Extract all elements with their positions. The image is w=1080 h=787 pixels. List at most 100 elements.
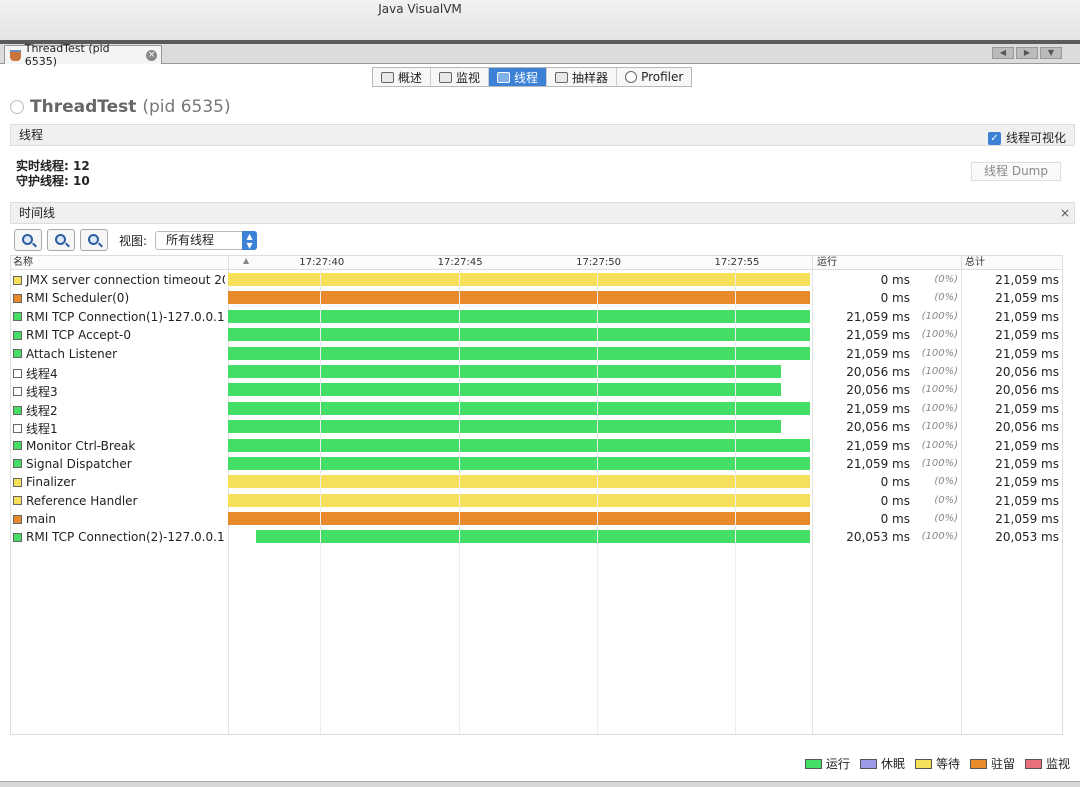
table-row[interactable]: RMI TCP Accept-0 21,059 ms (100%) 21,059 ms [11, 326, 1062, 344]
running-time: 21,059 ms [846, 328, 910, 343]
tab-4[interactable]: Profiler [617, 68, 691, 86]
tab-label: 抽样器 [572, 70, 609, 85]
running-time: 21,059 ms [846, 401, 910, 416]
legend-swatch [969, 758, 987, 769]
running-time: 20,053 ms [846, 530, 910, 545]
table-row[interactable]: RMI TCP Connection(1)-127.0.0.1 21,059 ms… [11, 308, 1062, 326]
time-tick-label: 17:27:40 [299, 257, 345, 268]
column-header-total[interactable]: 总计 [961, 256, 1062, 270]
legend-label: 等待 [935, 757, 960, 771]
thread-name-cell: RMI TCP Accept-0 [13, 328, 225, 342]
window-titlebar: Java VisualVM [0, 0, 1080, 40]
legend-item-monitor: 监视 [1024, 755, 1070, 772]
table-row[interactable]: 线程2 21,059 ms (100%) 21,059 ms [11, 400, 1062, 418]
running-time: 0 ms [880, 512, 910, 527]
running-percent: (0%) [934, 513, 958, 525]
time-gridline [735, 270, 737, 734]
table-row[interactable]: 线程3 20,056 ms (100%) 20,056 ms [11, 381, 1062, 399]
tab-0[interactable]: 概述 [373, 68, 432, 86]
table-row[interactable]: Signal Dispatcher 21,059 ms (100%) 21,059 m… [11, 455, 1062, 473]
threads-visualization-checkbox[interactable]: ✓ 线程可视化 [987, 128, 1066, 148]
table-row[interactable]: Monitor Ctrl-Break 21,059 ms (100%) 21,059 … [11, 437, 1062, 455]
thread-timeline-bar[interactable] [228, 456, 810, 470]
running-percent: (100%) [921, 310, 958, 322]
column-header-timeline[interactable]: ▲ 17:27:40 17:27:45 17:27:50 17:27:55 [228, 256, 812, 270]
total-time: 21,059 ms [995, 309, 1059, 324]
thread-timeline-bar[interactable] [228, 401, 810, 415]
thread-name: RMI Scheduler(0) [26, 291, 130, 306]
thread-name-cell: 线程4 [13, 365, 225, 382]
table-row[interactable]: Attach Listener 21,059 ms (100%) 21,059 ms [11, 345, 1062, 363]
time-tick-label: 17:27:50 [576, 257, 621, 268]
thread-timeline-bar[interactable] [255, 530, 810, 544]
total-time: 20,056 ms [995, 420, 1059, 435]
dropdown-icon[interactable]: ▼ [1040, 47, 1062, 59]
view-select[interactable]: 所有线程 ▲ ▼ [155, 230, 258, 250]
thread-timeline-bar[interactable] [228, 420, 781, 434]
status-circle-icon [10, 100, 24, 114]
running-time: 20,056 ms [846, 383, 910, 398]
zoom-out-button[interactable] [47, 229, 75, 251]
view-tabs: 概述 监视 线程 抽样器 Profiler [372, 67, 693, 87]
thread-state-icon [13, 459, 22, 469]
thread-timeline-bar[interactable] [228, 309, 810, 323]
thread-timeline-bar[interactable] [228, 493, 810, 507]
zoom-in-button[interactable] [14, 229, 42, 251]
running-time: 0 ms [880, 493, 910, 508]
overview-icon [381, 71, 394, 83]
select-arrows-icon: ▲ ▼ [242, 230, 258, 250]
thread-timeline-bar[interactable] [228, 383, 781, 397]
thread-name-cell: main [13, 512, 225, 526]
thread-timeline-bar[interactable] [228, 273, 810, 286]
scroll-right-icon[interactable]: ▶ [1016, 47, 1038, 59]
checkbox-checked-icon[interactable]: ✓ [987, 131, 1001, 145]
timeline-section-header: 时间线 × [10, 202, 1075, 224]
thread-name-cell: Finalizer [13, 475, 225, 489]
monitor-icon [439, 71, 453, 83]
tab-3[interactable]: 抽样器 [547, 68, 618, 86]
thread-timeline-bar[interactable] [228, 512, 810, 526]
total-time: 21,059 ms [995, 328, 1059, 343]
scroll-left-icon[interactable]: ◀ [992, 47, 1014, 59]
column-header-name[interactable]: 名称 [11, 256, 228, 270]
tab-navigation: ◀ ▶ ▼ [992, 47, 1062, 59]
thread-name: 线程1 [26, 422, 58, 437]
thread-timeline-bar[interactable] [228, 438, 810, 452]
table-row[interactable]: Reference Handler 0 ms (0%) 21,059 ms [11, 492, 1062, 510]
tab-1[interactable]: 监视 [431, 68, 490, 86]
thread-state-icon [13, 496, 22, 506]
thread-timeline-bar[interactable] [228, 364, 781, 378]
table-row[interactable]: Finalizer 0 ms (0%) 21,059 ms [11, 473, 1062, 491]
thread-state-icon [13, 514, 22, 524]
zoom-fit-button[interactable] [80, 229, 108, 251]
table-row[interactable]: RMI TCP Connection(2)-127.0.0.1 20,053 ms… [11, 528, 1062, 546]
thread-timeline-bar[interactable] [228, 346, 810, 360]
time-tick-label: 17:27:55 [714, 257, 760, 268]
document-tab[interactable]: ThreadTest (pid 6535) × [4, 42, 162, 68]
document-tabbar: ThreadTest (pid 6535) × ◀ ▶ ▼ [0, 42, 1080, 68]
tab-label: 线程 [514, 70, 539, 85]
table-row[interactable]: main 0 ms (0%) 21,059 ms [11, 510, 1062, 528]
thread-timeline-bar[interactable] [228, 291, 810, 305]
close-tab-icon[interactable]: × [146, 49, 158, 61]
running-percent: (0%) [934, 292, 958, 304]
threads-section-header: 线程 ✓ 线程可视化 [10, 124, 1075, 146]
thread-dump-button[interactable]: 线程 Dump [971, 162, 1061, 181]
close-timeline-icon[interactable]: × [1060, 203, 1070, 223]
column-header-running[interactable]: 运行 [812, 256, 961, 270]
daemon-threads-count: 守护线程: 10 [16, 174, 90, 188]
table-row[interactable]: RMI Scheduler(0) 0 ms (0%) 21,059 ms [11, 289, 1062, 307]
thread-name-cell: 线程2 [13, 402, 225, 419]
table-row[interactable]: 线程4 20,056 ms (100%) 20,056 ms [11, 363, 1062, 381]
time-gridline [597, 270, 599, 734]
live-threads-count: 实时线程: 12 [16, 159, 90, 173]
clock-icon [625, 71, 638, 83]
thread-timeline-bar[interactable] [228, 328, 810, 342]
table-row[interactable]: JMX server connection timeout 20 0 ms (0%)… [11, 271, 1062, 289]
table-row[interactable]: 线程1 20,056 ms (100%) 20,056 ms [11, 418, 1062, 436]
tab-2[interactable]: 线程 [489, 68, 548, 86]
thread-timeline-bar[interactable] [228, 475, 810, 489]
thread-state-icon [13, 532, 22, 542]
java-app-icon [10, 49, 21, 61]
total-time: 21,059 ms [995, 512, 1059, 527]
